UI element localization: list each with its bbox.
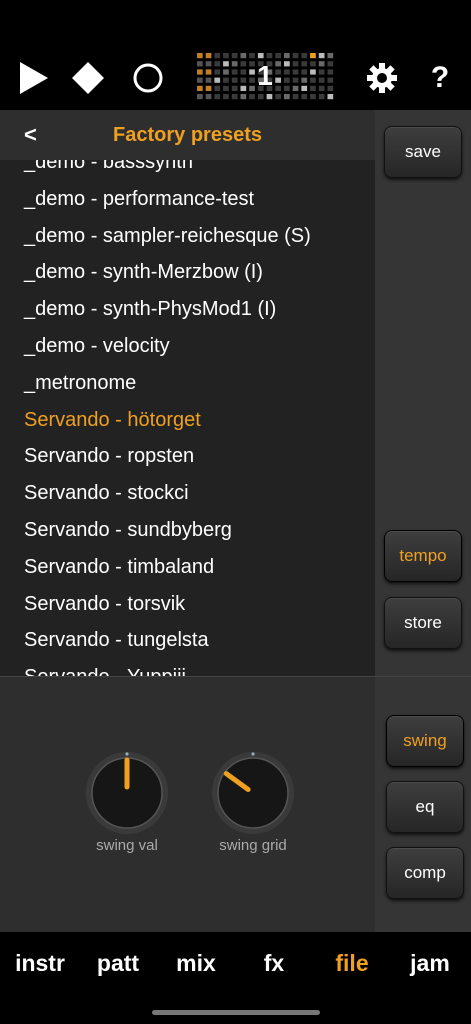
pattern-number: 1	[257, 60, 273, 91]
tab-fx[interactable]: fx	[235, 950, 313, 977]
preset-item[interactable]: _demo - velocity	[24, 334, 170, 358]
preset-item[interactable]: _demo - synth-Merzbow (I)	[24, 260, 263, 284]
preset-item[interactable]: _metronome	[24, 371, 136, 395]
preset-list-header: < Factory presets	[0, 110, 375, 160]
preset-item[interactable]: Servando - torsvik	[24, 592, 185, 616]
pattern-grid-display[interactable]: 1	[196, 52, 336, 102]
swing-val-knob-group: swing val	[82, 751, 172, 861]
preset-item[interactable]: Servando - hötorget	[24, 408, 201, 432]
store-button[interactable]: store	[384, 597, 462, 649]
divider	[375, 676, 471, 677]
tab-patt[interactable]: patt	[79, 950, 157, 977]
swing-grid-knob[interactable]	[211, 751, 295, 835]
swing-button[interactable]: swing	[386, 715, 464, 767]
swing-grid-knob-group: swing grid	[208, 751, 298, 861]
preset-list-panel: < Factory presets _demo - basssynth _demo…	[0, 110, 375, 676]
play-icon[interactable]	[14, 56, 54, 100]
record-icon[interactable]	[128, 56, 168, 100]
preset-item[interactable]: Servando - sundbyberg	[24, 518, 232, 542]
transport-bar: 1 ?	[0, 0, 471, 110]
preset-item[interactable]: Servando - tungelsta	[24, 628, 209, 652]
swing-panel: swing val swing grid	[0, 676, 375, 933]
tab-file[interactable]: file	[313, 950, 391, 977]
preset-item[interactable]: Servando - stockci	[24, 481, 189, 505]
home-indicator	[152, 1010, 320, 1015]
help-button[interactable]: ?	[420, 56, 460, 100]
preset-item[interactable]: _demo - performance-test	[24, 187, 254, 211]
tab-jam[interactable]: jam	[391, 950, 469, 977]
preset-item[interactable]: Servando - ropsten	[24, 444, 194, 468]
preset-item[interactable]: _demo - synth-PhysMod1 (I)	[24, 297, 276, 321]
stop-icon[interactable]	[68, 56, 108, 100]
comp-button[interactable]: comp	[386, 847, 464, 899]
preset-item[interactable]: _demo - sampler-reichesque (S)	[24, 224, 311, 248]
tab-mix[interactable]: mix	[157, 950, 235, 977]
tempo-button[interactable]: tempo	[384, 530, 462, 582]
preset-item[interactable]: Servando - timbaland	[24, 555, 214, 579]
preset-item[interactable]: Servando - Yuppiii	[24, 665, 186, 676]
swing-val-label: swing val	[96, 837, 158, 854]
page-title: Factory presets	[113, 124, 262, 146]
swing-val-knob[interactable]	[85, 751, 169, 835]
eq-button[interactable]: eq	[386, 781, 464, 833]
save-button[interactable]: save	[384, 126, 462, 178]
swing-grid-label: swing grid	[219, 837, 287, 854]
side-button-column: save tempo store swing eq comp	[375, 110, 471, 932]
tab-instr[interactable]: instr	[1, 950, 79, 977]
gear-icon[interactable]	[362, 56, 402, 100]
